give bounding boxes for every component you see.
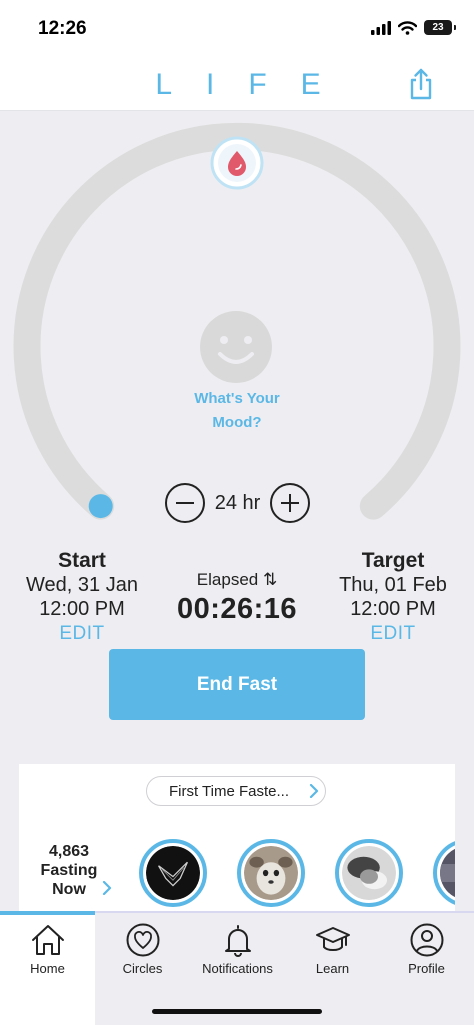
start-info: Start Wed, 31 Jan 12:00 PM EDIT [12, 549, 152, 645]
tab-notifications[interactable]: Notifications [190, 923, 285, 1003]
app-logo: LIFE [155, 68, 355, 101]
end-fast-button[interactable]: End Fast [109, 649, 365, 720]
edit-start-button[interactable]: EDIT [12, 623, 152, 645]
fasting-now-count[interactable]: 4,863 Fasting Now [33, 842, 105, 899]
avatar-photo-animal [244, 846, 298, 900]
avatar-photo-bird [146, 846, 200, 900]
target-heading: Target [361, 549, 425, 572]
mood-prompt[interactable]: What's Your Mood? [167, 387, 307, 435]
elapsed-timer: 00:26:16 [176, 593, 298, 625]
avatar[interactable] [139, 839, 207, 907]
signal-icon [371, 20, 391, 35]
tab-notifications-label: Notifications [202, 961, 273, 976]
fasting-count-line3: Now [52, 881, 86, 898]
elapsed-info[interactable]: Elapsed ⇅ 00:26:16 [152, 570, 322, 626]
start-time: 12:00 PM [39, 598, 125, 620]
avatar-photo-person [342, 846, 396, 900]
app-header: LIFE [0, 60, 474, 111]
tab-profile[interactable]: Profile [379, 923, 474, 1003]
pill-label: First Time Faste... [169, 783, 290, 800]
home-icon [31, 925, 64, 955]
status-icons: 23 [371, 20, 456, 35]
community-card: First Time Faste... 4,863 Fasting Now [19, 764, 455, 911]
tab-circles[interactable]: Circles [95, 923, 190, 1003]
tab-home[interactable]: Home [0, 923, 95, 1003]
person-icon [410, 923, 443, 957]
target-date: Thu, 01 Feb [339, 574, 447, 596]
duration-stepper: 24 hr [165, 483, 310, 525]
edit-target-button[interactable]: EDIT [323, 623, 463, 645]
tab-learn-label: Learn [315, 961, 350, 976]
tab-bar-border [95, 911, 474, 913]
fasting-stage-icon [210, 136, 264, 190]
first-time-faster-pill[interactable]: First Time Faste... [146, 776, 326, 806]
wifi-icon [398, 20, 417, 35]
share-icon[interactable] [408, 68, 434, 100]
battery-indicator: 23 [424, 20, 456, 35]
chevron-right-icon [102, 881, 112, 895]
mood-prompt-line2: Mood? [212, 414, 262, 431]
tab-home-label: Home [30, 961, 65, 976]
status-bar: 12:26 23 [0, 0, 474, 60]
target-info: Target Thu, 01 Feb 12:00 PM EDIT [323, 549, 463, 645]
start-date: Wed, 31 Jan [26, 574, 138, 596]
fasting-count-line2: Fasting [40, 862, 98, 879]
graduation-cap-icon [315, 927, 350, 951]
mood-prompt-line1: What's Your [194, 390, 280, 407]
decrease-hours-button[interactable] [165, 483, 205, 523]
smiley-face-icon[interactable] [199, 310, 273, 384]
avatar[interactable] [237, 839, 305, 907]
avatar[interactable] [335, 839, 403, 907]
tab-learn[interactable]: Learn [285, 923, 380, 1003]
tab-circles-label: Circles [122, 961, 163, 976]
heart-circle-icon [126, 923, 159, 957]
elapsed-label: Elapsed ⇅ [196, 570, 278, 589]
avatar-photo-partial [440, 848, 455, 898]
duration-label: 24 hr [214, 492, 261, 514]
active-tab-indicator [0, 911, 95, 915]
chevron-right-icon [309, 784, 319, 798]
bell-icon [224, 925, 251, 957]
tab-bar: Home Circles Notifications Learn Profile [0, 911, 474, 1025]
home-indicator [152, 1009, 322, 1014]
target-time: 12:00 PM [350, 598, 436, 620]
avatar[interactable] [433, 839, 455, 907]
status-time: 12:26 [38, 18, 87, 39]
start-heading: Start [58, 549, 106, 572]
fasting-count-number: 4,863 [48, 843, 90, 860]
tab-profile-label: Profile [408, 961, 445, 976]
progress-knob [88, 494, 113, 519]
increase-hours-button[interactable] [270, 483, 310, 523]
fasting-screen: What's Your Mood? 24 hr Start Wed, 31 Ja… [0, 111, 474, 911]
